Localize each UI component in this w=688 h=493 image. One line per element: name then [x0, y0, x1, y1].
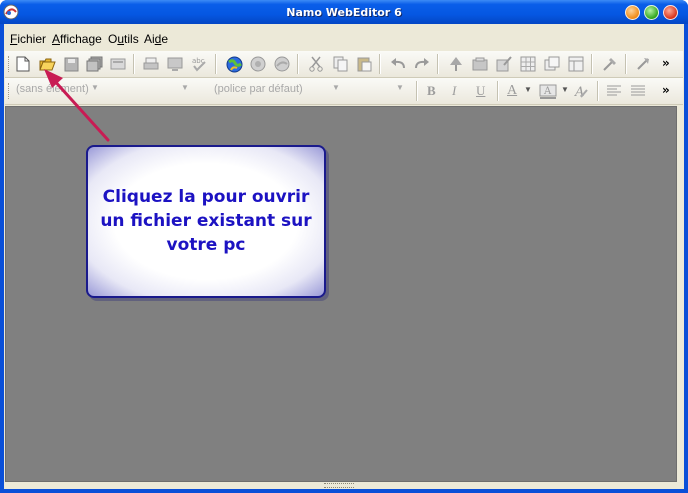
tools-icon[interactable] [601, 55, 619, 73]
svg-text:A: A [543, 86, 552, 97]
toolbar-separator [597, 81, 599, 101]
align-left-icon[interactable] [605, 82, 623, 100]
menu-aide-label-b: e [161, 32, 169, 46]
callout-line: Cliquez la pour ouvrir [102, 187, 310, 207]
new-document-icon[interactable] [14, 55, 32, 73]
toolbar-separator [437, 54, 439, 74]
toolbar-separator [416, 81, 418, 101]
minimize-button[interactable] [625, 5, 640, 20]
font-combo[interactable]: (police par défaut) ▼ [214, 83, 344, 99]
chevron-down-icon[interactable]: ▼ [181, 83, 189, 92]
toolbar-separator [215, 54, 217, 74]
insert-frame-icon[interactable] [567, 55, 585, 73]
menu-outils[interactable]: Outils [108, 32, 139, 46]
editor-side-panel [678, 106, 684, 482]
hyperlink-icon[interactable] [634, 55, 652, 73]
preview-icon[interactable] [166, 55, 184, 73]
menu-affichage-accelerator: A [52, 32, 61, 46]
bold-button[interactable]: B [427, 83, 436, 99]
align-justify-icon[interactable] [629, 82, 647, 100]
status-bar [4, 482, 684, 489]
print-preview-icon[interactable] [109, 55, 127, 73]
chevron-down-icon[interactable]: ▼ [332, 83, 340, 92]
menu-fichier[interactable]: Fichier [10, 32, 46, 46]
insert-image-icon[interactable] [447, 55, 465, 73]
style-combo-value: (sans élément) [16, 83, 89, 95]
menu-fichier-label: ichier [17, 32, 47, 46]
toolbar-separator [297, 54, 299, 74]
menu-aide[interactable]: Aide [144, 32, 168, 46]
spellcheck-icon[interactable]: abc [190, 55, 208, 73]
chevron-down-icon[interactable]: ▼ [561, 85, 569, 94]
style-combo[interactable]: (sans élément) ▼ [16, 83, 99, 99]
menu-bar: Fichier Affichage Outils Aide [4, 24, 684, 50]
menu-affichage[interactable]: Affichage [52, 32, 102, 46]
chevron-down-icon[interactable]: ▼ [524, 85, 532, 94]
browser-preview-icon[interactable] [249, 55, 267, 73]
chevron-down-icon[interactable]: ▼ [91, 83, 99, 92]
text-color-dropdown[interactable]: ▼ [524, 83, 532, 99]
highlight-color-dropdown[interactable]: ▼ [561, 83, 569, 99]
save-all-icon[interactable] [85, 55, 103, 73]
callout-line: un fichier existant sur [100, 211, 312, 231]
insert-object-icon[interactable] [495, 55, 513, 73]
menu-aide-label-a: Ai [144, 32, 155, 46]
redo-icon[interactable] [413, 55, 431, 73]
insert-layer-icon[interactable] [543, 55, 561, 73]
toolbar-separator [379, 54, 381, 74]
maximize-button[interactable] [644, 5, 659, 20]
callout-line: votre pc [166, 235, 246, 255]
italic-button[interactable]: I [452, 83, 456, 99]
site-icon[interactable] [273, 55, 291, 73]
toolbar-overflow-chevron[interactable]: » [662, 56, 670, 70]
toolbar-separator [497, 81, 499, 101]
toolbar-separator [591, 54, 593, 74]
standard-toolbar: abc » [5, 51, 683, 78]
resize-grip[interactable] [324, 483, 354, 488]
format-toolbar: (sans élément) ▼ ▼ (police par défaut) ▼… [5, 78, 683, 105]
toolbar-grip[interactable] [8, 56, 12, 72]
font-combo-value: (police par défaut) [214, 83, 303, 95]
title-bar[interactable]: Namo WebEditor 6 [0, 0, 688, 24]
copy-icon[interactable] [331, 55, 349, 73]
undo-icon[interactable] [389, 55, 407, 73]
open-folder-icon[interactable] [38, 55, 56, 73]
format-toolbar-overflow-chevron[interactable]: » [662, 83, 670, 97]
toolbar-separator [625, 54, 627, 74]
save-icon[interactable] [62, 55, 80, 73]
size-combo[interactable]: ▼ [181, 83, 191, 99]
toolbar-grip[interactable] [8, 83, 12, 99]
clear-format-icon[interactable]: A [572, 82, 590, 100]
callout-text: Cliquez la pour ouvrir un fichier exista… [88, 185, 324, 257]
chevron-down-icon[interactable]: ▼ [396, 83, 404, 92]
instruction-callout: Cliquez la pour ouvrir un fichier exista… [86, 145, 326, 298]
application-window: Namo WebEditor 6 Fichier Affichage Outil… [0, 0, 688, 493]
window-title: Namo WebEditor 6 [286, 6, 402, 19]
menu-outils-label-a: O [108, 32, 118, 46]
underline-button[interactable]: U [476, 83, 485, 99]
insert-form-icon[interactable] [471, 55, 489, 73]
publish-globe-icon[interactable] [225, 55, 243, 73]
svg-text:A: A [574, 85, 584, 99]
menu-affichage-label: ffichage [60, 32, 102, 46]
text-color-button[interactable]: A [507, 83, 517, 99]
cut-icon[interactable] [307, 55, 325, 73]
highlight-color-icon[interactable]: A [539, 82, 557, 100]
close-button[interactable] [663, 5, 678, 20]
toolbar-separator [133, 54, 135, 74]
font-size-combo[interactable]: ▼ [396, 83, 406, 99]
print-icon[interactable] [142, 55, 160, 73]
paste-icon[interactable] [355, 55, 373, 73]
insert-table-icon[interactable] [519, 55, 537, 73]
menu-outils-label-b: tils [124, 32, 139, 46]
